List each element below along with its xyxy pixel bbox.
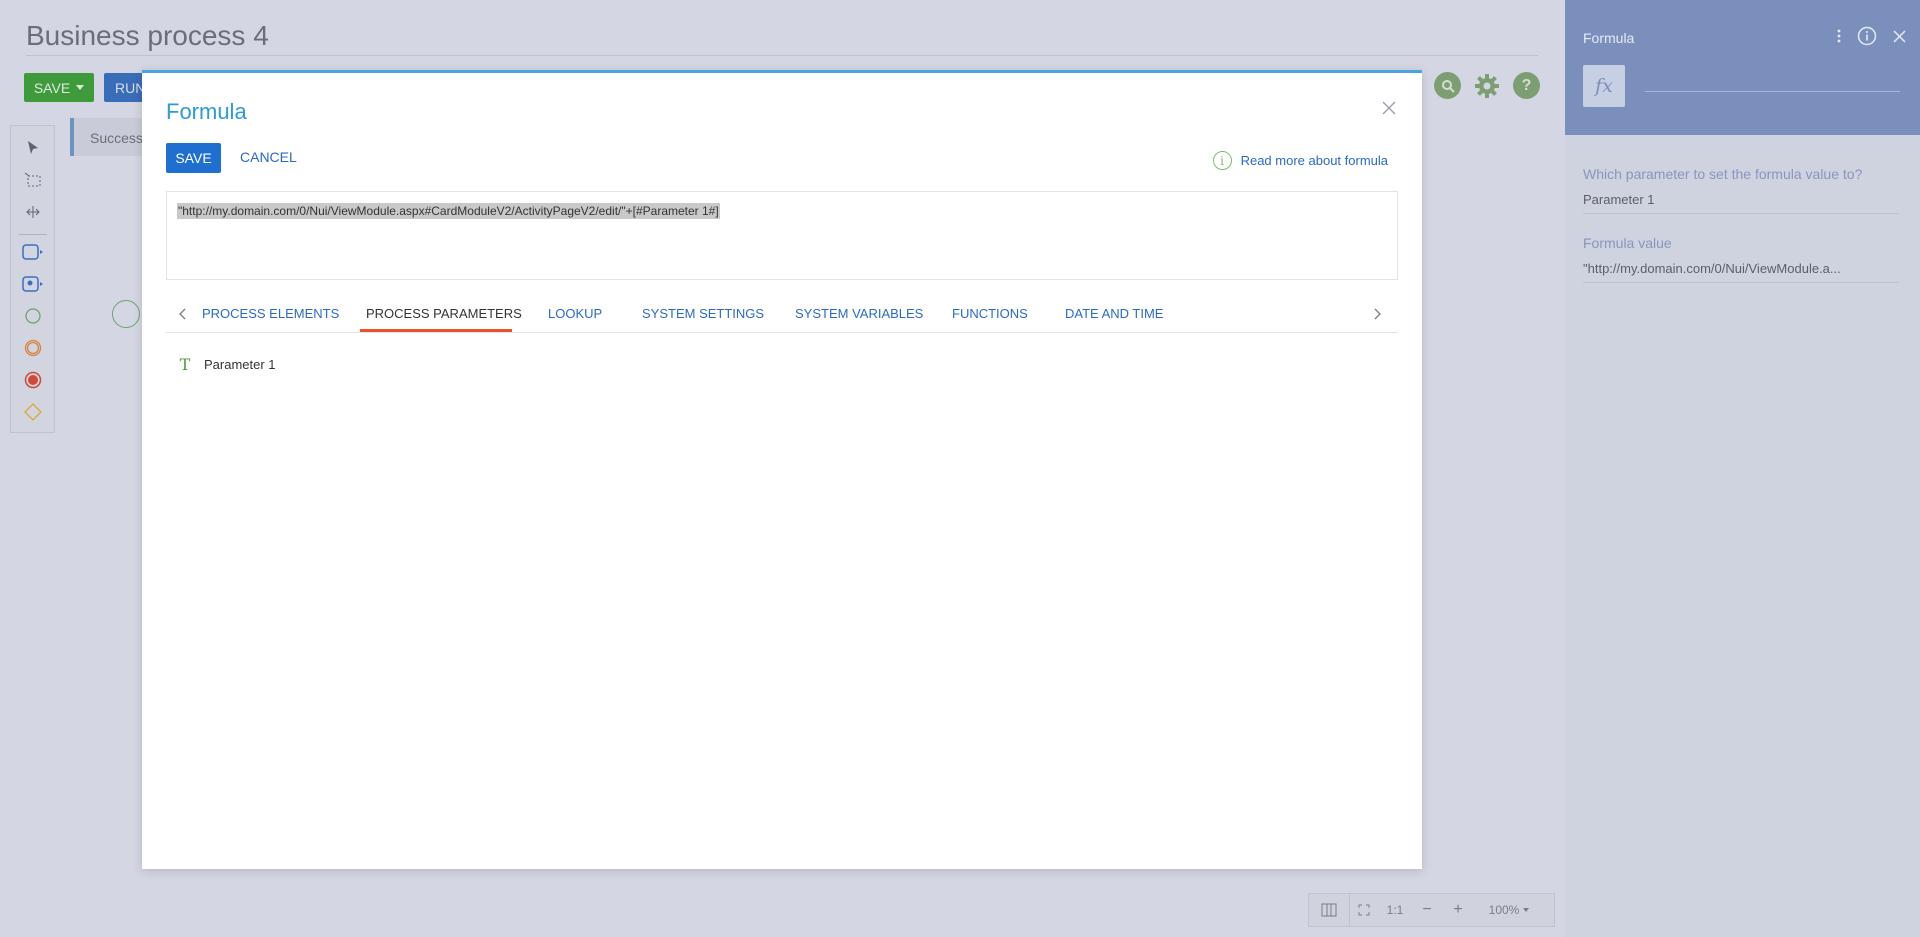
read-more-label: Read more about formula — [1240, 153, 1388, 168]
help-icon[interactable]: ? — [1513, 72, 1540, 99]
tab-system-variables[interactable]: SYSTEM VARIABLES — [795, 306, 923, 321]
formula-text: "http://my.domain.com/0/Nui/ViewModule.a… — [177, 203, 720, 219]
tab-lookup[interactable]: LOOKUP — [548, 306, 602, 321]
search-icon[interactable] — [1434, 72, 1461, 99]
tab-process-parameters[interactable]: PROCESS PARAMETERS — [366, 306, 522, 321]
start-event-icon[interactable] — [21, 304, 45, 328]
formula-editor[interactable]: "http://my.domain.com/0/Nui/ViewModule.a… — [166, 191, 1398, 280]
tab-date-and-time[interactable]: DATE AND TIME — [1065, 306, 1163, 321]
zoom-in-button[interactable]: + — [1442, 894, 1474, 926]
tab-process-elements[interactable]: PROCESS ELEMENTS — [202, 306, 339, 321]
canvas-start-event[interactable] — [112, 300, 140, 328]
info-icon[interactable] — [1857, 26, 1877, 51]
element-palette — [10, 125, 55, 433]
user-task-icon[interactable] — [21, 272, 45, 296]
chevron-right-icon[interactable] — [1370, 307, 1384, 321]
zoom-out-button[interactable]: − — [1412, 894, 1442, 926]
element-name-field[interactable] — [1645, 91, 1900, 92]
formula-dialog: Formula SAVE CANCEL i Read more about fo… — [142, 70, 1422, 869]
designer-toolbar-icons: ? — [1434, 72, 1540, 100]
zoom-level-value: 100% — [1488, 903, 1520, 917]
active-tab-indicator — [360, 329, 512, 332]
close-icon[interactable] — [1893, 29, 1906, 48]
tab-functions[interactable]: FUNCTIONS — [952, 306, 1028, 321]
lasso-select-icon[interactable] — [21, 168, 45, 192]
read-more-link[interactable]: i Read more about formula — [1212, 151, 1388, 170]
formula-icon: fx — [1583, 65, 1625, 107]
end-event-icon[interactable] — [21, 368, 45, 392]
caret-down-icon — [76, 85, 85, 90]
formula-source-tabs: PROCESS ELEMENTS PROCESS PARAMETERS LOOK… — [166, 299, 1398, 333]
pointer-tool-icon[interactable] — [21, 136, 45, 160]
formula-value-label: Formula value — [1583, 235, 1672, 251]
task-shape-icon[interactable] — [21, 240, 45, 264]
split-view-icon[interactable] — [1309, 894, 1349, 926]
close-icon[interactable] — [1382, 101, 1398, 117]
intermediate-event-icon[interactable] — [21, 336, 45, 360]
palette-divider — [19, 234, 47, 235]
caret-down-icon — [1523, 908, 1530, 912]
page-title: Business process 4 — [26, 20, 269, 51]
zoom-toolbar: 1:1 − + 100% — [1308, 893, 1555, 927]
panel-title: Formula — [1583, 30, 1635, 46]
param-value-field[interactable]: Parameter 1 — [1583, 192, 1899, 214]
tab-system-settings[interactable]: SYSTEM SETTINGS — [642, 306, 764, 321]
fit-screen-icon[interactable] — [1350, 894, 1378, 926]
designer-save-label: SAVE — [33, 79, 71, 96]
param-name: Parameter 1 — [204, 357, 276, 372]
more-vertical-icon[interactable] — [1837, 29, 1841, 48]
save-notification: Successfully saved — [70, 118, 146, 156]
panel-header: Formula fx — [1565, 0, 1920, 135]
formula-value-field[interactable]: "http://my.domain.com/0/Nui/ViewModule.a… — [1583, 261, 1899, 283]
zoom-reset-button[interactable]: 1:1 — [1378, 894, 1412, 926]
designer-save-button[interactable]: SAVE — [24, 73, 94, 102]
param-label: Which parameter to set the formula value… — [1583, 166, 1863, 182]
title-divider — [26, 55, 1538, 56]
list-item[interactable]: T Parameter 1 — [178, 355, 276, 374]
dialog-title: Formula — [166, 99, 247, 124]
text-type-icon: T — [179, 355, 191, 374]
chevron-left-icon[interactable] — [176, 307, 190, 321]
move-space-icon[interactable] — [21, 200, 45, 224]
properties-panel: Formula fx Which parameter to set the fo… — [1565, 0, 1920, 937]
gear-icon[interactable] — [1473, 72, 1501, 100]
zoom-level-dropdown[interactable]: 100% — [1474, 894, 1544, 926]
cancel-button[interactable]: CANCEL — [240, 149, 297, 165]
gateway-icon[interactable] — [21, 400, 45, 424]
info-icon: i — [1212, 151, 1232, 170]
save-button[interactable]: SAVE — [166, 143, 221, 173]
